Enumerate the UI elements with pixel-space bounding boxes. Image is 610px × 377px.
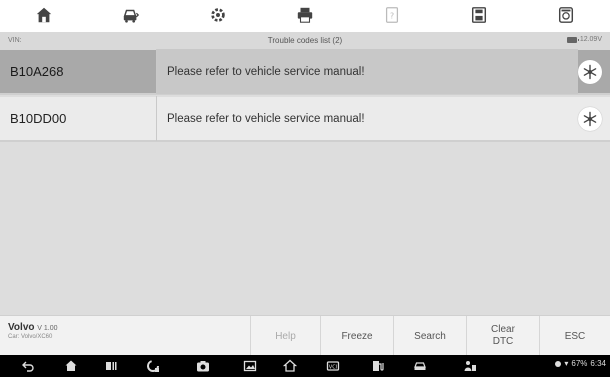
dtc-row[interactable]: B10A268 Please refer to vehicle service … [0, 49, 610, 95]
print-button[interactable] [261, 0, 348, 30]
gallery-button[interactable] [242, 358, 258, 374]
dtc-description: Please refer to vehicle service manual! [157, 49, 578, 94]
voltage-indicator: 12.09V [566, 36, 602, 43]
dtc-code: B10DD00 [0, 96, 157, 141]
save-button[interactable] [436, 0, 523, 30]
app-shortcut-button[interactable] [145, 358, 161, 374]
print-icon [297, 7, 313, 23]
save-icon [472, 7, 487, 23]
home-nav-button[interactable] [63, 358, 79, 374]
settings-button[interactable] [174, 0, 261, 30]
home-outline-icon [283, 359, 297, 372]
android-nav-bar: VCI ▾ 67% 6:34 [0, 355, 610, 377]
clock: 6:34 [590, 359, 606, 368]
page-title: Trouble codes list (2) [267, 36, 343, 45]
dtc-help-button[interactable] [578, 106, 602, 131]
notification-icon [555, 360, 562, 367]
function-bar: Volvo V 1.00 Car: Volvo/XC60 Help Freeze… [0, 315, 610, 356]
app-shortcut-icon [147, 360, 159, 372]
vehicle-make: Volvo [8, 322, 35, 333]
system-status: ▾ 67% 6:34 [555, 359, 606, 368]
remote-button[interactable] [462, 358, 478, 374]
recent-apps-button[interactable] [103, 358, 119, 374]
freeze-button[interactable]: Freeze [320, 316, 393, 356]
dtc-list: B10A268 Please refer to vehicle service … [0, 49, 610, 315]
dtc-description: Please refer to vehicle service manual! [167, 112, 365, 125]
home-icon [65, 360, 77, 371]
gallery-icon [243, 360, 257, 372]
home-shortcut-button[interactable] [282, 358, 298, 374]
back-arrow-icon [22, 361, 34, 372]
settings-icon [211, 8, 225, 22]
camera-button[interactable] [195, 358, 211, 374]
snowflake-icon [583, 64, 597, 79]
recent-apps-icon [106, 362, 117, 370]
dtc-code: B10A268 [0, 49, 157, 94]
search-button[interactable]: Search [393, 316, 466, 356]
fuel-icon [373, 361, 384, 371]
esc-button[interactable]: ESC [539, 316, 610, 356]
battery-icon [566, 36, 579, 43]
battery-percent: 67% [571, 359, 588, 368]
dtc-row[interactable]: B10DD00 Please refer to vehicle service … [0, 96, 610, 142]
help-function-button[interactable]: Help [250, 316, 320, 356]
top-toolbar: ? [0, 0, 610, 30]
svg-text:VCI: VCI [329, 365, 337, 371]
fuel-button[interactable] [370, 358, 386, 374]
clear-dtc-button[interactable]: Clear DTC [466, 316, 539, 356]
info-bar: VIN: Trouble codes list (2) 12.09V [0, 32, 610, 50]
svg-text:?: ? [390, 11, 394, 21]
software-version: V 1.00 [37, 325, 58, 332]
vehicle-icon [123, 9, 139, 23]
vehicle-info: Volvo V 1.00 Car: Volvo/XC60 [8, 322, 58, 340]
back-button[interactable] [20, 358, 36, 374]
car-icon [414, 362, 426, 370]
help-icon: ? [386, 7, 399, 23]
screenshot-icon [559, 7, 574, 23]
home-button[interactable] [0, 0, 87, 30]
help-button[interactable]: ? [349, 0, 436, 30]
vci-button[interactable]: VCI [325, 358, 341, 374]
voltage-value: 12.09V [579, 36, 602, 43]
wifi-icon: ▾ [564, 359, 569, 368]
dtc-help-button[interactable] [578, 59, 602, 84]
vci-icon: VCI [326, 361, 340, 371]
snowflake-icon [583, 111, 597, 126]
vehicle-model: Car: Volvo/XC60 [8, 334, 53, 340]
vehicle-button[interactable] [87, 0, 174, 30]
remote-expert-icon [464, 361, 476, 371]
screenshot-button[interactable] [523, 0, 610, 30]
camera-icon [197, 361, 209, 372]
home-icon [36, 7, 51, 23]
car-button[interactable] [412, 358, 428, 374]
